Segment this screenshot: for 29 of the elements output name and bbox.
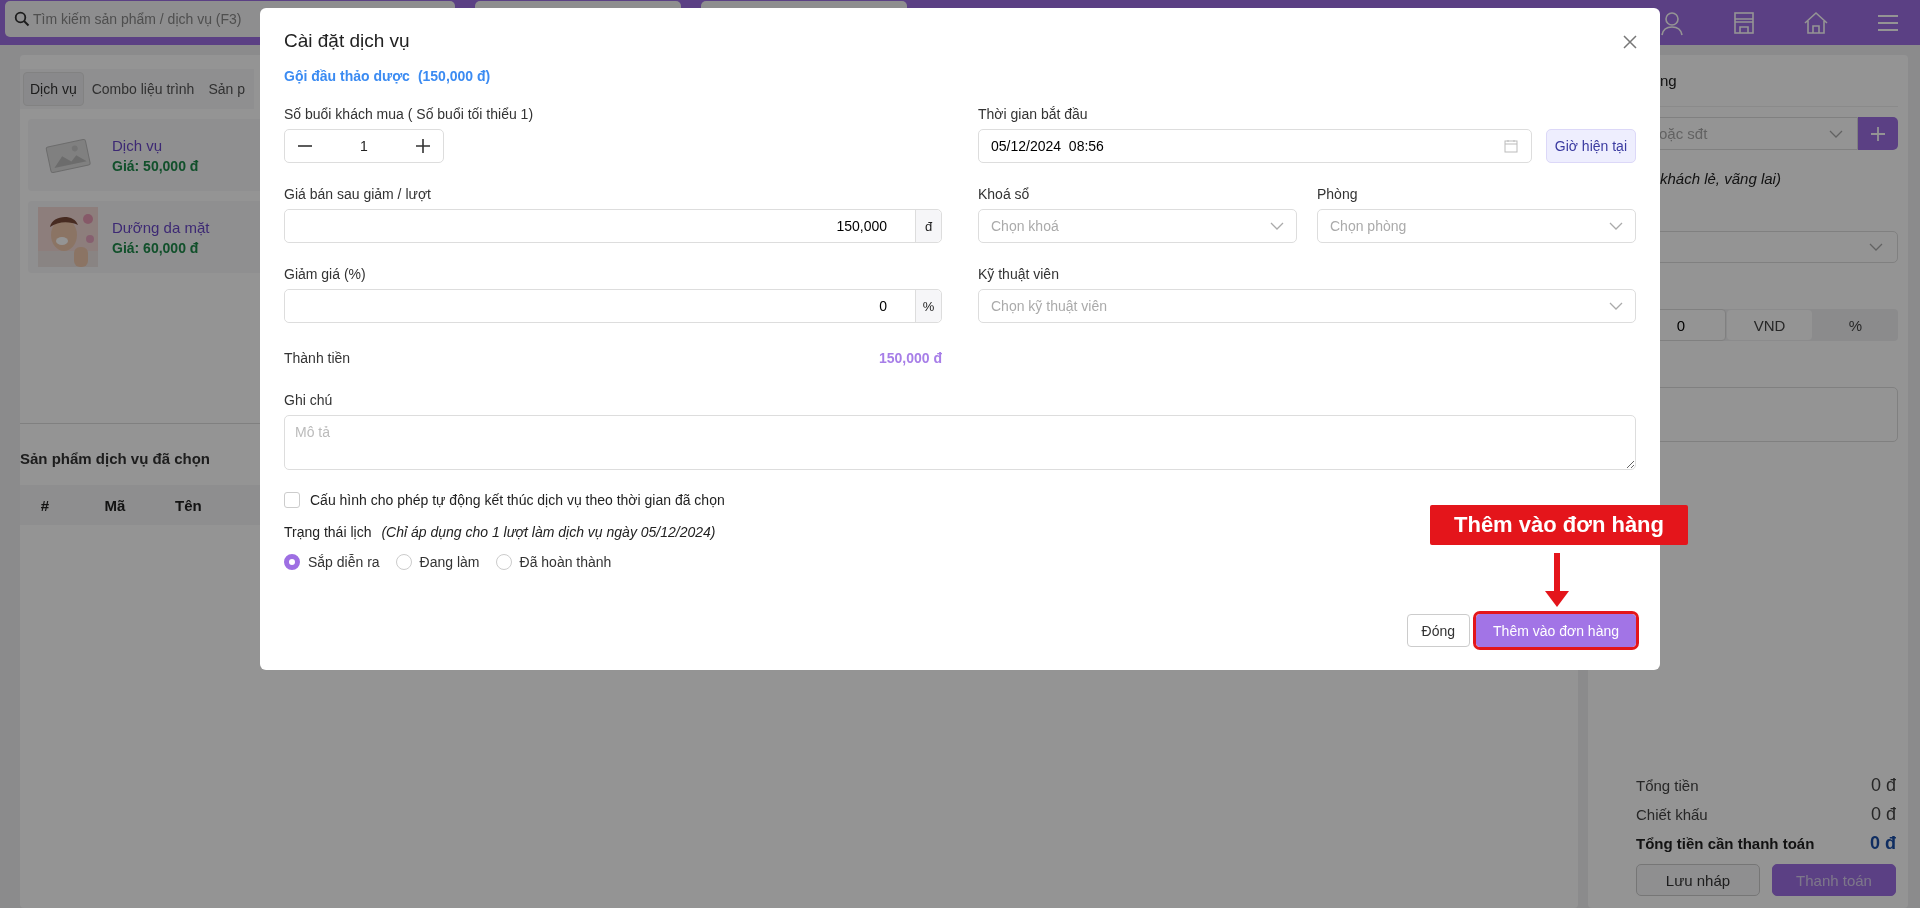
total-label: Chiết khấu <box>1636 806 1708 823</box>
field-label: Thời gian bắt đầu <box>978 106 1089 122</box>
total-label: Tổng tiền <box>1636 777 1699 794</box>
field-label: Kỹ thuật viên <box>978 266 1060 282</box>
checkbox-label: Cấu hình cho phép tự động kết thúc dịch vụ theo thời gian đã chọn <box>310 492 725 508</box>
radio-label: Đang làm <box>419 554 480 570</box>
field-label: Ghi chú <box>284 392 334 408</box>
panel-heading: ng <box>1660 72 1677 89</box>
total-value: 150,000 đ <box>878 350 942 366</box>
field-label: Khoá sổ <box>978 186 1031 202</box>
product-name: Dưỡng da mặt <box>112 218 210 236</box>
product-name: Dịch vụ <box>112 136 164 154</box>
total-value: 0 đ <box>1870 775 1896 796</box>
total-value: 0 đ <box>1870 833 1896 854</box>
total-label: Thành tiền <box>284 350 351 366</box>
total-value: 0 đ <box>1870 804 1896 825</box>
product-price: Giá: 60,000 đ <box>112 239 200 256</box>
field-label: Số buổi khách mua ( Số buổi tối thiểu 1) <box>284 106 535 122</box>
service-price: (150,000 đ) <box>417 68 491 84</box>
field-label: Trạng thái lịch <box>284 524 372 540</box>
total-label: Tổng tiền cần thanh toán <box>1636 835 1815 852</box>
field-label: Phòng <box>1317 186 1359 202</box>
product-price: Giá: 50,000 đ <box>112 157 199 174</box>
radio-label: Đã hoàn thành <box>519 554 612 570</box>
service-name: Gội đầu thảo dược <box>284 68 410 84</box>
customer-note: khách lẻ, vãng lai) <box>1659 170 1782 187</box>
callout-label: Thêm vào đơn hàng <box>1430 505 1688 545</box>
radio-label: Sắp diễn ra <box>308 554 380 570</box>
hint-text: (Chỉ áp dụng cho 1 lượt làm dịch vụ ngày 05/12/2024) <box>381 524 716 540</box>
